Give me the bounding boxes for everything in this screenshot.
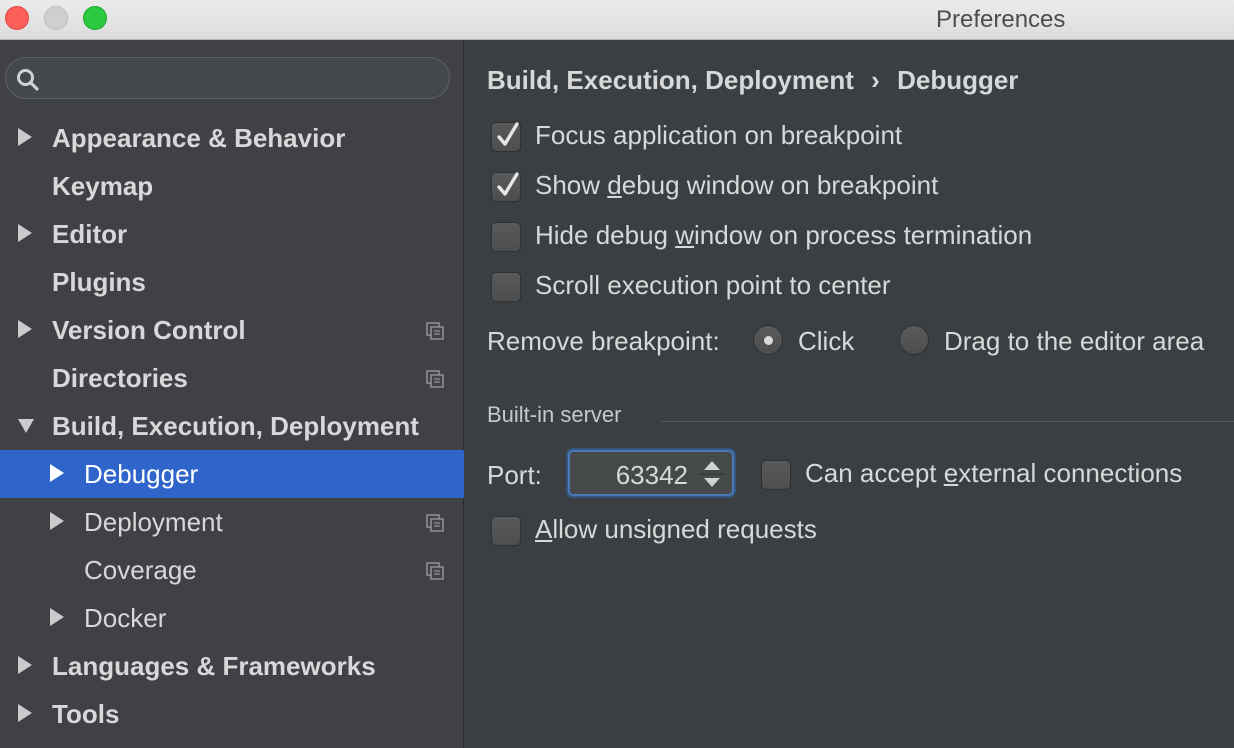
- search-icon: [17, 69, 39, 91]
- collapsed-arrow-icon[interactable]: [18, 704, 32, 722]
- project-settings-icon: [426, 562, 444, 580]
- minimize-window-button[interactable]: [44, 6, 68, 30]
- remove-drag-radio[interactable]: [899, 325, 929, 355]
- collapsed-arrow-icon[interactable]: [50, 512, 64, 530]
- sidebar-item-build-execution-deployment[interactable]: Build, Execution, Deployment: [0, 402, 464, 450]
- expanded-arrow-icon[interactable]: [18, 419, 34, 433]
- collapsed-arrow-icon[interactable]: [18, 656, 32, 674]
- sidebar-item-label: Editor: [52, 219, 128, 249]
- focus-app-checkbox[interactable]: [491, 122, 521, 152]
- checkmark-icon: [497, 122, 519, 146]
- sidebar-item-editor[interactable]: Editor: [0, 210, 464, 258]
- hide-debug-window-checkbox[interactable]: [491, 222, 521, 252]
- show-debug-window-checkbox[interactable]: [491, 172, 521, 202]
- breadcrumb-current: Debugger: [897, 65, 1019, 95]
- project-settings-icon: [426, 514, 444, 532]
- built-in-server-title: Built-in server: [487, 402, 622, 427]
- sidebar-item-label: Languages & Frameworks: [52, 651, 376, 681]
- sidebar-item-appearance-behavior[interactable]: Appearance & Behavior: [0, 114, 464, 162]
- breadcrumb-separator: ›: [871, 65, 880, 95]
- show-debug-window-label: Show debug window on breakpoint: [535, 170, 939, 200]
- sidebar-item-deployment[interactable]: Deployment: [0, 498, 464, 546]
- debugger-settings-panel: Build, Execution, Deployment › Debugger …: [465, 40, 1234, 748]
- unsigned-requests-checkbox[interactable]: [491, 516, 521, 546]
- sidebar-item-label: Keymap: [52, 171, 154, 201]
- sidebar-item-languages-frameworks[interactable]: Languages & Frameworks: [0, 642, 464, 690]
- sidebar-item-keymap[interactable]: Keymap: [0, 162, 464, 210]
- collapsed-arrow-icon[interactable]: [18, 224, 32, 242]
- group-divider: [661, 421, 1234, 422]
- sidebar-item-label: Version Control: [52, 315, 246, 345]
- sidebar-item-coverage[interactable]: Coverage: [0, 546, 464, 594]
- spinner-arrows-icon[interactable]: [698, 456, 726, 492]
- port-spinner-field[interactable]: 63342: [568, 450, 734, 496]
- breadcrumb: Build, Execution, Deployment › Debugger: [487, 65, 1018, 96]
- window-titlebar: Preferences: [0, 0, 1234, 40]
- hide-debug-window-label: Hide debug window on process termination: [535, 220, 1033, 250]
- sidebar-item-label: Deployment: [84, 507, 223, 537]
- collapsed-arrow-icon[interactable]: [18, 320, 32, 338]
- unsigned-requests-label: Allow unsigned requests: [535, 514, 817, 544]
- sidebar-item-directories[interactable]: Directories: [0, 354, 464, 402]
- collapsed-arrow-icon[interactable]: [50, 608, 64, 626]
- close-window-button[interactable]: [5, 6, 29, 30]
- sidebar-item-debugger[interactable]: Debugger: [0, 450, 464, 498]
- sidebar-item-label: Tools: [52, 699, 120, 729]
- project-settings-icon: [426, 322, 444, 340]
- port-value[interactable]: 63342: [616, 460, 688, 491]
- checkmark-icon: [497, 172, 519, 196]
- settings-tree-sidebar: Appearance & Behavior Keymap Editor Plugins…: [0, 40, 464, 748]
- remove-breakpoint-group: Remove breakpoint: Click Drag to the edi…: [487, 323, 1232, 359]
- breadcrumb-parent: Build, Execution, Deployment: [487, 65, 854, 95]
- sidebar-item-plugins[interactable]: Plugins: [0, 258, 464, 306]
- external-connections-label: Can accept external connections: [805, 458, 1183, 488]
- sidebar-item-label: Plugins: [52, 267, 146, 297]
- focus-app-label: Focus application on breakpoint: [535, 120, 903, 150]
- zoom-window-button[interactable]: [83, 6, 107, 30]
- sidebar-item-label: Debugger: [84, 459, 199, 489]
- sidebar-item-label: Build, Execution, Deployment: [52, 411, 419, 441]
- collapsed-arrow-icon[interactable]: [18, 128, 32, 146]
- radio-selected-dot: [764, 336, 773, 345]
- external-connections-checkbox[interactable]: [761, 460, 791, 490]
- scroll-exec-point-checkbox[interactable]: [491, 272, 521, 302]
- sidebar-item-label: Docker: [84, 603, 167, 633]
- port-label: Port:: [487, 460, 542, 490]
- remove-click-radio[interactable]: [753, 325, 783, 355]
- sidebar-item-docker[interactable]: Docker: [0, 594, 464, 642]
- remove-click-label[interactable]: Click: [798, 326, 854, 357]
- project-settings-icon: [426, 370, 444, 388]
- remove-breakpoint-label: Remove breakpoint:: [487, 326, 720, 356]
- sidebar-item-label: Coverage: [84, 555, 197, 585]
- sidebar-item-label: Appearance & Behavior: [52, 123, 346, 153]
- collapsed-arrow-icon[interactable]: [50, 464, 64, 482]
- search-input[interactable]: [5, 57, 450, 99]
- window-title: Preferences: [936, 6, 1066, 33]
- sidebar-item-tools[interactable]: Tools: [0, 690, 464, 738]
- remove-drag-label[interactable]: Drag to the editor area: [944, 326, 1204, 357]
- sidebar-item-label: Directories: [52, 363, 188, 393]
- sidebar-item-version-control[interactable]: Version Control: [0, 306, 464, 354]
- scroll-exec-point-label: Scroll execution point to center: [535, 270, 891, 300]
